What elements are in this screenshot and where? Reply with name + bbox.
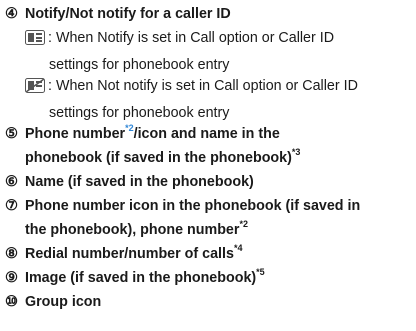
item-text: Image (if saved in the phonebook) <box>25 270 257 286</box>
item-number: ⑤ <box>5 126 18 142</box>
item-text-b: /icon and name in the <box>133 126 280 142</box>
list-item-7: ⑦ Phone number icon in the phonebook (if … <box>5 194 414 242</box>
notify-icon <box>25 29 45 53</box>
item-number: ④ <box>5 6 18 22</box>
item-text: Notify/Not notify for a caller ID <box>25 6 231 22</box>
item-number: ⑦ <box>5 198 18 214</box>
item-text-line-2: the phonebook), phone number*2 <box>5 218 414 242</box>
manual-page: ④ Notify/Not notify for a caller ID : Whe… <box>0 0 416 331</box>
item-number: ⑩ <box>5 294 18 310</box>
not-notify-description: : When Not notify is set in Call option … <box>25 74 358 125</box>
not-notify-icon <box>25 77 45 101</box>
list-item-6: ⑥ Name (if saved in the phonebook) <box>5 170 414 194</box>
notify-line-1: : When Notify is set in Call option or C… <box>48 30 335 46</box>
item-text-line-2: phonebook (if saved in the phonebook)*3 <box>5 146 414 170</box>
footnote-ref: *2 <box>239 219 248 230</box>
list-item-9: ⑨ Image (if saved in the phonebook)*5 <box>5 266 414 290</box>
item-text-a: Phone number <box>25 126 126 142</box>
list-item-4: ④ Notify/Not notify for a caller ID <box>5 2 414 26</box>
list-item-8: ⑧ Redial number/number of calls*4 <box>5 242 414 266</box>
list-item-5: ⑤ Phone number*2/icon and name in the pho… <box>5 122 414 170</box>
item-number: ⑧ <box>5 246 18 262</box>
item-text: Name (if saved in the phonebook) <box>25 174 254 190</box>
footnote-ref: *2 <box>125 123 134 134</box>
item-text: Redial number/number of calls <box>25 246 234 262</box>
item-number: ⑨ <box>5 270 18 286</box>
item-text: Group icon <box>25 294 102 310</box>
item-number: ⑥ <box>5 174 18 190</box>
footnote-ref: *5 <box>256 267 265 278</box>
footnote-ref: *4 <box>233 243 243 254</box>
footnote-ref: *3 <box>291 147 301 158</box>
item-text: Phone number icon in the phonebook (if s… <box>25 198 361 214</box>
list-item-10: ⑩ Group icon <box>5 290 414 314</box>
not-notify-line-1: : When Not notify is set in Call option … <box>48 78 358 94</box>
item-text-line-2-text: the phonebook), phone number <box>25 222 240 238</box>
notify-description: : When Notify is set in Call option or C… <box>25 26 334 77</box>
item-text-line-2-text: phonebook (if saved in the phonebook) <box>25 150 292 166</box>
